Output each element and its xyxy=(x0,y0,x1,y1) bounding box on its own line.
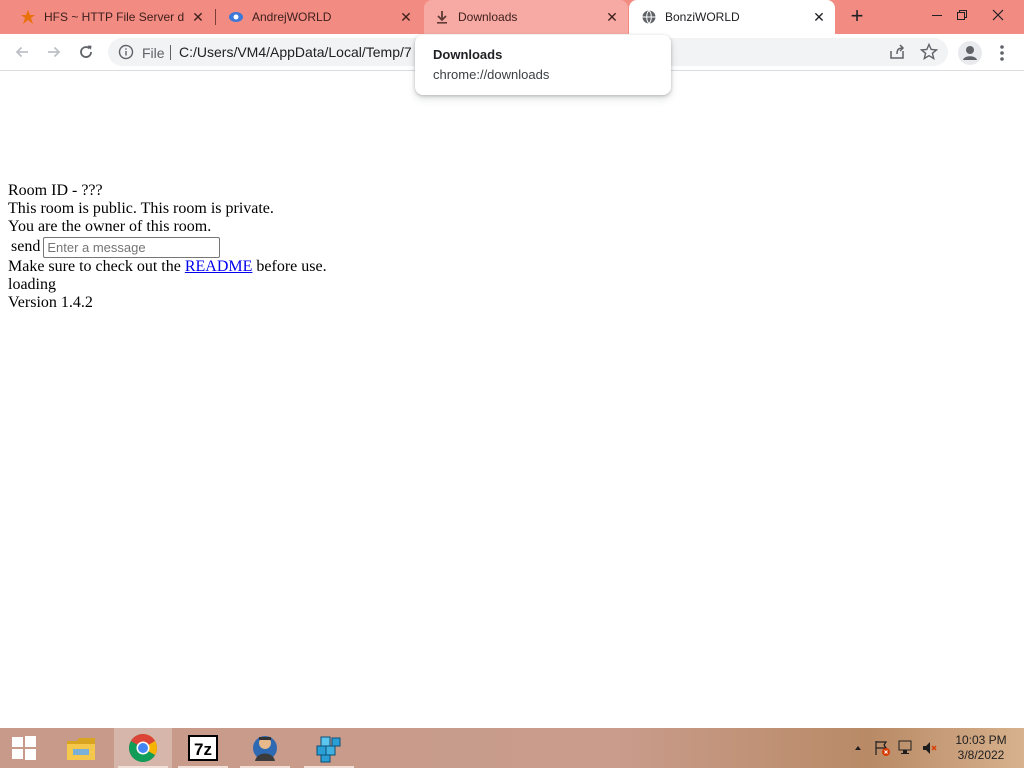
room-status-text: This room is public. This room is privat… xyxy=(8,200,274,217)
person-icon xyxy=(963,46,977,60)
share-icon[interactable] xyxy=(888,43,906,61)
windows-taskbar: 7z 10:03 PM 3/8/2022 xyxy=(0,728,1024,768)
three-dots-menu-icon xyxy=(1000,45,1004,61)
tab-hover-card: Downloads chrome://downloads xyxy=(415,35,671,95)
info-icon[interactable] xyxy=(118,44,134,60)
back-button[interactable] xyxy=(8,38,36,66)
reload-button[interactable] xyxy=(72,38,100,66)
page-content: Room ID - ??? This room is public. This … xyxy=(8,182,327,312)
hfs-icon xyxy=(20,9,36,25)
tab-title: AndrejWORLD xyxy=(252,10,332,24)
volume-muted-icon xyxy=(923,742,937,754)
registry-cubes-icon xyxy=(316,736,341,763)
readme-link[interactable]: README xyxy=(185,258,253,275)
message-row: send xyxy=(8,236,327,258)
tab-downloads[interactable]: Downloads ✕ xyxy=(424,0,628,34)
tab-strip: HFS ~ HTTP File Server do ✕ AndrejWORLD … xyxy=(0,0,1024,34)
clock-date: 3/8/2022 xyxy=(957,748,1005,762)
tab-title: BonziWORLD xyxy=(665,10,740,24)
new-tab-button[interactable]: + xyxy=(845,5,869,28)
hover-card-url: chrome://downloads xyxy=(433,67,550,82)
chevron-up-icon xyxy=(855,746,861,750)
clock-time: 10:03 PM xyxy=(955,733,1007,747)
hfs-server-icon xyxy=(253,736,277,761)
show-hidden-icons-button[interactable] xyxy=(848,738,868,758)
7zip-icon: 7z xyxy=(188,735,218,761)
close-window-button[interactable] xyxy=(981,0,1015,30)
download-icon xyxy=(434,9,450,25)
taskbar-registry[interactable] xyxy=(300,728,358,768)
taskbar-hfs-server[interactable] xyxy=(236,728,294,768)
room-id-text: Room ID - ??? xyxy=(8,182,103,199)
tab-andrejworld[interactable]: AndrejWORLD ✕ xyxy=(216,0,422,34)
profile-avatar[interactable] xyxy=(958,41,982,65)
chrome-icon xyxy=(129,734,157,762)
restore-button[interactable] xyxy=(945,0,979,30)
start-button[interactable] xyxy=(0,728,48,768)
reload-icon xyxy=(80,45,92,58)
flag-warning-icon xyxy=(875,741,890,756)
globe-icon xyxy=(641,9,657,25)
tab-title: Downloads xyxy=(458,10,518,24)
forward-arrow-icon xyxy=(48,46,61,58)
chrome-menu-button[interactable] xyxy=(992,42,1012,64)
tab-bonziworld[interactable]: BonziWORLD ✕ xyxy=(629,0,835,34)
close-icon[interactable]: ✕ xyxy=(604,9,620,25)
tab-hfs[interactable]: HFS ~ HTTP File Server do ✕ xyxy=(0,0,214,34)
url-text[interactable]: C:/Users/VM4/AppData/Local/Temp/7 xyxy=(179,44,412,60)
message-input[interactable] xyxy=(43,236,221,258)
readme-suffix: before use. xyxy=(256,258,327,275)
file-explorer-icon xyxy=(67,738,95,760)
taskbar-file-explorer[interactable] xyxy=(52,728,110,768)
bookmark-star-icon[interactable] xyxy=(919,42,939,62)
svg-text:7z: 7z xyxy=(194,740,212,759)
back-arrow-icon xyxy=(15,46,28,58)
forward-button[interactable] xyxy=(40,38,68,66)
owner-text: You are the owner of this room. xyxy=(8,218,212,235)
readme-notice: Make sure to check out the README before… xyxy=(8,258,327,276)
restore-icon xyxy=(957,10,967,20)
system-clock[interactable]: 10:03 PM 3/8/2022 xyxy=(944,733,1018,763)
network-icon xyxy=(898,740,912,754)
readme-prefix: Make sure to check out the xyxy=(8,258,181,275)
scheme-label: File xyxy=(142,45,165,61)
andrejworld-icon xyxy=(228,9,244,25)
divider xyxy=(170,45,171,60)
close-icon[interactable]: ✕ xyxy=(811,9,827,25)
tab-title: HFS ~ HTTP File Server do xyxy=(44,10,184,24)
version-text: Version 1.4.2 xyxy=(8,294,93,311)
close-icon[interactable]: ✕ xyxy=(190,9,206,25)
action-center-flag[interactable] xyxy=(872,738,892,758)
network-button[interactable] xyxy=(896,738,916,758)
close-icon[interactable]: ✕ xyxy=(398,9,414,25)
taskbar-7zip[interactable]: 7z xyxy=(174,728,232,768)
loading-text: loading xyxy=(8,276,56,293)
send-label[interactable]: send xyxy=(11,238,40,256)
taskbar-chrome[interactable] xyxy=(114,728,172,768)
minimize-icon xyxy=(932,15,942,16)
windows-logo-icon xyxy=(12,736,36,760)
hover-card-title: Downloads xyxy=(433,47,503,62)
volume-button[interactable] xyxy=(920,738,940,758)
close-icon xyxy=(992,9,1004,21)
